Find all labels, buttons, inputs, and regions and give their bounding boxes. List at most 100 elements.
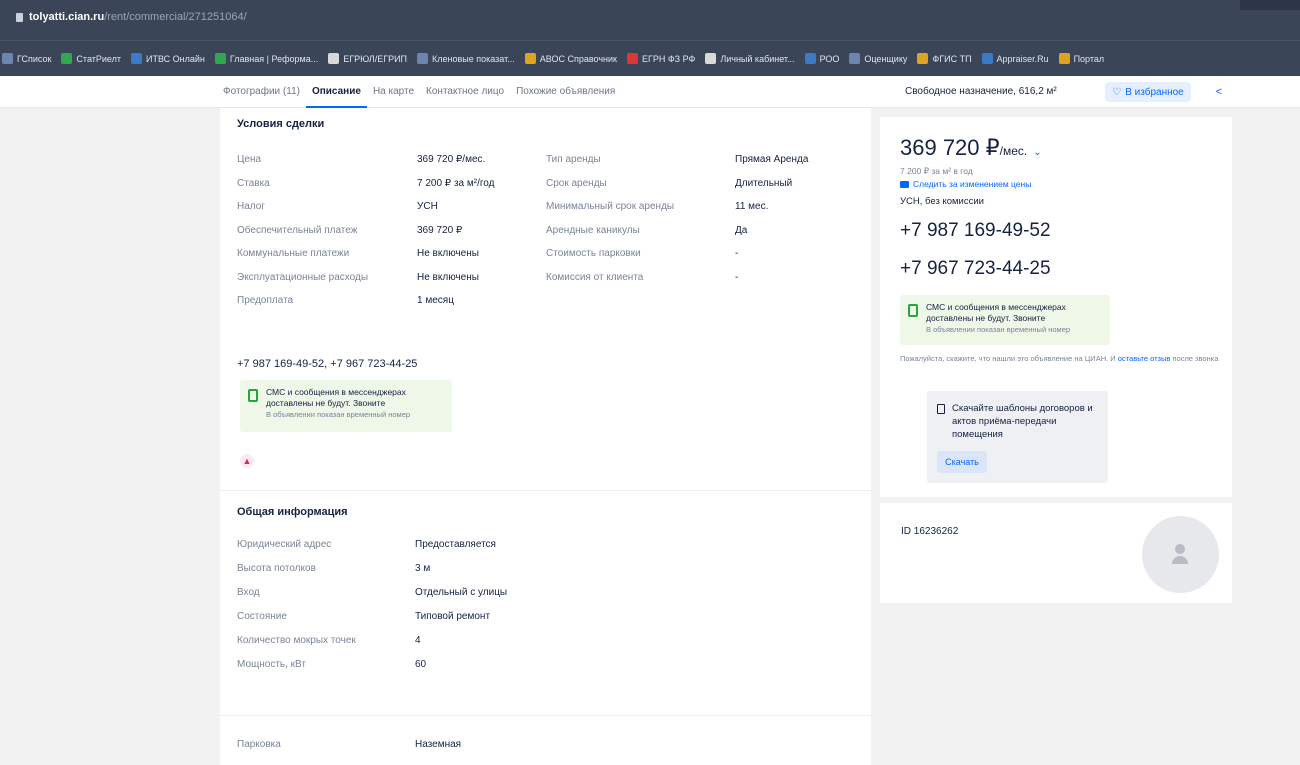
- bookmark-item[interactable]: Главная | Реформа...: [214, 53, 318, 64]
- phone-number-2[interactable]: +7 967 723-44-25: [900, 258, 1051, 280]
- deal-term-label: Обеспечительный платеж: [237, 224, 358, 236]
- phone-icon: [248, 389, 258, 402]
- divider: [220, 490, 871, 491]
- deal-term-value: -: [735, 248, 739, 259]
- deal-term-value: 369 720 ₽/мес.: [417, 154, 486, 165]
- bookmark-icon: [524, 53, 536, 64]
- deal-term-value: -: [735, 271, 739, 283]
- deal-term-value: Длительный: [735, 177, 793, 189]
- lock-icon: [16, 13, 23, 22]
- bookmark-icon: [2, 53, 13, 64]
- bookmark-item[interactable]: ГСписок: [2, 53, 51, 64]
- deal-term-value: УСН: [417, 201, 438, 212]
- bookmark-icon: [917, 53, 929, 64]
- tab-1[interactable]: Описание: [305, 76, 367, 108]
- listing-details: Условия сделки Цена 369 720 ₽/мес. Ставка 7…: [220, 108, 871, 765]
- deal-term-label: Предоплата: [237, 295, 294, 306]
- document-icon: [937, 404, 945, 414]
- tab-0[interactable]: Фотографии (11): [217, 76, 306, 108]
- bookmark-item[interactable]: РОО: [804, 53, 839, 64]
- contact-phones[interactable]: +7 987 169-49-52, +7 967 723-44-25: [237, 358, 417, 370]
- download-button[interactable]: Скачать: [937, 451, 987, 473]
- price-per-sqm: 7 200 ₽ за м² в год: [900, 166, 973, 176]
- sidebar-price: 369 720 ₽/мес. ⌄: [900, 135, 1042, 160]
- general-info-title: Общая информация: [237, 506, 348, 518]
- deal-term-value: 11 мес.: [735, 201, 769, 212]
- deal-term-label: Налог: [237, 201, 265, 212]
- agent-id: ID 16236262: [901, 526, 959, 537]
- window-controls[interactable]: [1240, 0, 1300, 10]
- bookmark-item[interactable]: СтатРиелт: [61, 53, 121, 64]
- heart-icon: ♡: [1112, 86, 1122, 98]
- deal-term-value: 369 720 ₽: [417, 224, 463, 236]
- general-info-value: Отдельный с улицы: [415, 587, 508, 598]
- user-icon: [1175, 544, 1185, 554]
- deal-term-label: Тип аренды: [546, 154, 601, 165]
- favorite-button[interactable]: ♡ В избранное: [1105, 82, 1191, 102]
- general-info-label: Высота потолков: [237, 563, 316, 574]
- general-info-label: Юридический адрес: [237, 539, 332, 550]
- avatar[interactable]: [1142, 516, 1219, 593]
- divider: [220, 715, 871, 716]
- listing-sticky-nav: Фотографии (11) Описание На карте Контактно…: [0, 76, 1300, 108]
- general-info-value: 4: [415, 635, 421, 646]
- deal-term-value: Да: [735, 224, 748, 236]
- deal-term-label: Минимальный срок аренды: [546, 201, 675, 212]
- deal-term-label: Комиссия от клиента: [546, 271, 644, 283]
- bookmark-item[interactable]: Оценщику: [849, 53, 907, 64]
- bookmark-item[interactable]: ЕГРЮЛ/ЕГРИП: [328, 53, 407, 64]
- deal-term-label: Ставка: [237, 177, 270, 189]
- price-contact-card: 369 720 ₽/мес. ⌄ 7 200 ₽ за м² в год След…: [880, 117, 1232, 497]
- bookmark-item[interactable]: Портал: [1058, 53, 1104, 64]
- chevron-down-icon[interactable]: ⌄: [1033, 147, 1041, 158]
- agent-card: ID 16236262: [880, 503, 1232, 603]
- bookmark-item[interactable]: ФГИС ТП: [917, 53, 972, 64]
- bookmark-icon: [417, 53, 429, 64]
- follow-price-link[interactable]: Следить за изменением цены: [900, 179, 1031, 189]
- general-info-value: Предоставляется: [415, 539, 496, 550]
- bookmark-item[interactable]: АВОС Справочник: [524, 53, 617, 64]
- bookmark-item[interactable]: Appraiser.Ru: [981, 53, 1049, 64]
- parking-value: Наземная: [415, 739, 462, 750]
- parking-label: Парковка: [237, 739, 281, 750]
- bookmark-item[interactable]: Кленовые показат...: [417, 53, 515, 64]
- deal-term-label: Стоимость парковки: [546, 248, 641, 259]
- phone-icon: [908, 304, 918, 317]
- share-icon[interactable]: <: [1208, 82, 1230, 102]
- call-note: Пожалуйста, скажите, что нашли это объяв…: [900, 354, 1219, 363]
- deal-term-value: 7 200 ₽ за м²/год: [417, 177, 495, 189]
- general-info-label: Состояние: [237, 611, 287, 622]
- leave-review-link[interactable]: оставьте отзыв: [1118, 354, 1171, 363]
- tab-2[interactable]: На карте: [367, 76, 420, 108]
- bookmark-item[interactable]: ИТВС Онлайн: [130, 53, 205, 64]
- bookmark-icon: [981, 53, 993, 64]
- bookmark-item[interactable]: EГРН ФЗ РФ: [626, 53, 695, 64]
- bookmarks-bar: ГСписок СтатРиелт ИТВС Онлайн Главная | Реф…: [0, 40, 1300, 76]
- listing-headline: Свободное назначение, 616,2 м²: [905, 86, 1057, 97]
- bookmark-icon: [626, 53, 638, 64]
- general-info-label: Вход: [237, 587, 260, 598]
- bookmark-icon: [849, 53, 861, 64]
- url-text[interactable]: tolyatti.cian.ru/rent/commercial/2712510…: [29, 11, 247, 23]
- deal-term-value: 1 месяц: [417, 295, 454, 306]
- bookmark-icon: [61, 53, 73, 64]
- deal-term-label: Коммунальные платежи: [237, 248, 350, 259]
- tax-info: УСН, без комиссии: [900, 196, 984, 207]
- deal-term-label: Эксплуатационные расходы: [237, 271, 369, 283]
- deal-terms-title: Условия сделки: [237, 118, 325, 130]
- bookmark-item[interactable]: Личный кабинет...: [705, 53, 795, 64]
- templates-box: Скачайте шаблоны договоров и актов приём…: [927, 391, 1108, 483]
- deal-term-value: Прямая Аренда: [735, 154, 809, 165]
- bookmark-icon: [705, 53, 717, 64]
- tab-3[interactable]: Контактное лицо: [420, 76, 510, 108]
- report-icon[interactable]: ▲: [240, 454, 254, 468]
- general-info-value: Типовой ремонт: [415, 611, 491, 622]
- deal-term-value: Не включены: [417, 248, 479, 259]
- sms-warning-box: СМС и сообщения в мессенджерах доставлен…: [240, 380, 452, 432]
- deal-term-value: Не включены: [417, 271, 479, 283]
- tab-4[interactable]: Похожие объявления: [510, 76, 621, 108]
- bookmark-icon: [130, 53, 142, 64]
- browser-address-bar[interactable]: tolyatti.cian.ru/rent/commercial/2712510…: [0, 0, 1300, 40]
- section-tabs: Фотографии (11) Описание На карте Контактно…: [217, 76, 621, 108]
- phone-number-1[interactable]: +7 987 169-49-52: [900, 220, 1051, 242]
